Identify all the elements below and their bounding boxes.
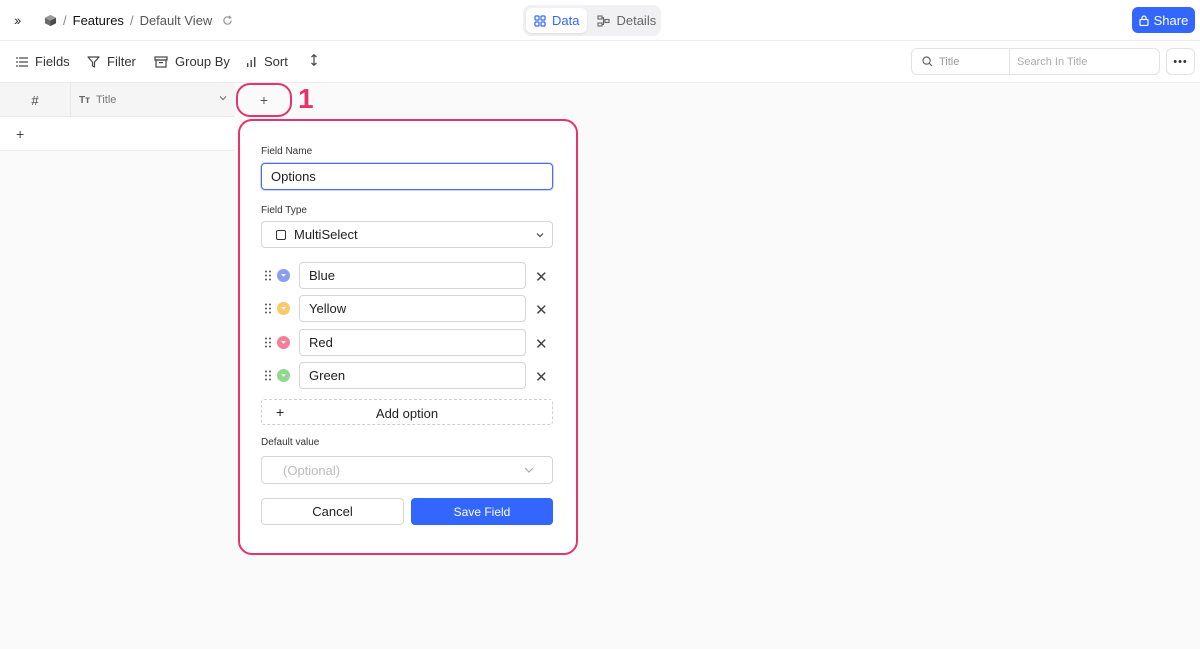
group-by-button[interactable]: Group By bbox=[154, 54, 230, 69]
share-button[interactable]: Share bbox=[1132, 7, 1195, 33]
row-height-button[interactable] bbox=[310, 54, 318, 66]
breadcrumb-project[interactable]: Features bbox=[73, 13, 124, 28]
field-type-value: MultiSelect bbox=[294, 227, 358, 242]
column-header-title[interactable]: Tт Title bbox=[71, 83, 235, 117]
breadcrumb: / Features / Default View bbox=[44, 13, 233, 28]
annotation-1: 1 bbox=[298, 83, 314, 114]
add-column-button[interactable]: + bbox=[236, 83, 292, 117]
option-input[interactable] bbox=[299, 329, 526, 356]
default-value-label: Default value bbox=[261, 437, 320, 448]
drag-handle-icon[interactable] bbox=[264, 337, 272, 348]
column-header-index: # bbox=[0, 83, 71, 117]
filter-button[interactable]: Filter bbox=[87, 54, 136, 69]
view-toggle: Data Details bbox=[523, 5, 661, 36]
remove-option-icon[interactable]: ✕ bbox=[535, 301, 548, 319]
filter-icon bbox=[87, 55, 100, 68]
cancel-button[interactable]: Cancel bbox=[261, 498, 404, 525]
breadcrumb-separator: / bbox=[129, 13, 134, 28]
color-picker-dot[interactable] bbox=[277, 269, 290, 282]
add-field-dialog: Field Name Field Type MultiSelect ✕ ✕ ✕ ✕ +… bbox=[238, 119, 578, 555]
table-row: + bbox=[0, 117, 235, 151]
field-name-label: Field Name bbox=[261, 146, 313, 157]
tab-details[interactable]: Details bbox=[589, 8, 664, 33]
group-by-label: Group By bbox=[175, 54, 230, 69]
chevron-down-icon bbox=[536, 233, 544, 238]
drag-handle-icon[interactable] bbox=[264, 270, 272, 281]
field-type-select[interactable]: MultiSelect bbox=[261, 221, 553, 248]
option-row: ✕ bbox=[261, 262, 553, 289]
lock-icon bbox=[1139, 14, 1149, 26]
chevron-down-icon bbox=[524, 467, 534, 473]
tab-data[interactable]: Data bbox=[526, 8, 588, 33]
option-row: ✕ bbox=[261, 329, 553, 356]
reload-icon[interactable] bbox=[222, 15, 233, 26]
remove-option-icon[interactable]: ✕ bbox=[535, 335, 548, 353]
filter-label: Filter bbox=[107, 54, 136, 69]
field-type-label: Field Type bbox=[261, 205, 307, 216]
sort-label: Sort bbox=[264, 54, 288, 69]
share-label: Share bbox=[1153, 12, 1189, 28]
breadcrumb-separator: / bbox=[63, 13, 67, 28]
bar-sort-icon bbox=[247, 56, 256, 67]
option-row: ✕ bbox=[261, 362, 553, 389]
search-field-selector[interactable]: Title bbox=[912, 49, 1010, 74]
search-box: Title bbox=[911, 48, 1160, 75]
column-title-label: Title bbox=[96, 94, 117, 106]
breadcrumb-view[interactable]: Default View bbox=[140, 13, 213, 28]
save-field-button[interactable]: Save Field bbox=[411, 498, 553, 525]
field-name-input[interactable] bbox=[261, 163, 553, 190]
remove-option-icon[interactable]: ✕ bbox=[535, 368, 548, 386]
expand-sidebar-icon[interactable]: ›› bbox=[14, 12, 21, 28]
chevron-down-icon bbox=[281, 274, 286, 277]
cube-icon bbox=[44, 14, 57, 27]
tab-details-label: Details bbox=[616, 13, 657, 28]
color-picker-dot[interactable] bbox=[277, 369, 290, 382]
add-row-button[interactable]: + bbox=[16, 126, 24, 142]
add-option-button[interactable]: + Add option bbox=[261, 399, 553, 425]
remove-option-icon[interactable]: ✕ bbox=[535, 268, 548, 286]
row-height-icon bbox=[311, 54, 317, 66]
chevron-down-icon bbox=[281, 374, 286, 377]
text-type-icon: Tт bbox=[79, 94, 91, 106]
chevron-down-icon bbox=[281, 341, 286, 344]
option-input[interactable] bbox=[299, 295, 526, 322]
search-input[interactable] bbox=[1010, 49, 1159, 74]
chevron-down-icon[interactable] bbox=[219, 95, 227, 101]
list-icon bbox=[16, 56, 28, 67]
sort-button[interactable]: Sort bbox=[246, 54, 288, 69]
checkbox-icon bbox=[276, 229, 286, 240]
drag-handle-icon[interactable] bbox=[264, 370, 272, 381]
option-row: ✕ bbox=[261, 295, 553, 322]
drag-handle-icon[interactable] bbox=[264, 303, 272, 314]
option-input[interactable] bbox=[299, 262, 526, 289]
color-picker-dot[interactable] bbox=[277, 336, 290, 349]
fields-label: Fields bbox=[35, 54, 70, 69]
option-input[interactable] bbox=[299, 362, 526, 389]
tab-data-label: Data bbox=[552, 13, 580, 28]
top-header: ›› / Features / Default View Data Detail… bbox=[0, 0, 1200, 41]
chevron-down-icon bbox=[281, 307, 286, 310]
schema-icon bbox=[597, 14, 611, 27]
more-options-button[interactable]: ••• bbox=[1166, 48, 1195, 75]
search-field-label: Title bbox=[939, 55, 960, 68]
default-value-select[interactable]: (Optional) bbox=[261, 456, 553, 484]
add-option-label: Add option bbox=[375, 406, 439, 421]
grid-icon bbox=[534, 14, 546, 27]
color-picker-dot[interactable] bbox=[277, 302, 290, 315]
archive-icon bbox=[154, 55, 168, 68]
default-value-placeholder: (Optional) bbox=[283, 462, 341, 478]
search-icon bbox=[922, 56, 933, 67]
fields-button[interactable]: Fields bbox=[16, 54, 70, 69]
grid-header: # Tт Title bbox=[0, 83, 235, 117]
